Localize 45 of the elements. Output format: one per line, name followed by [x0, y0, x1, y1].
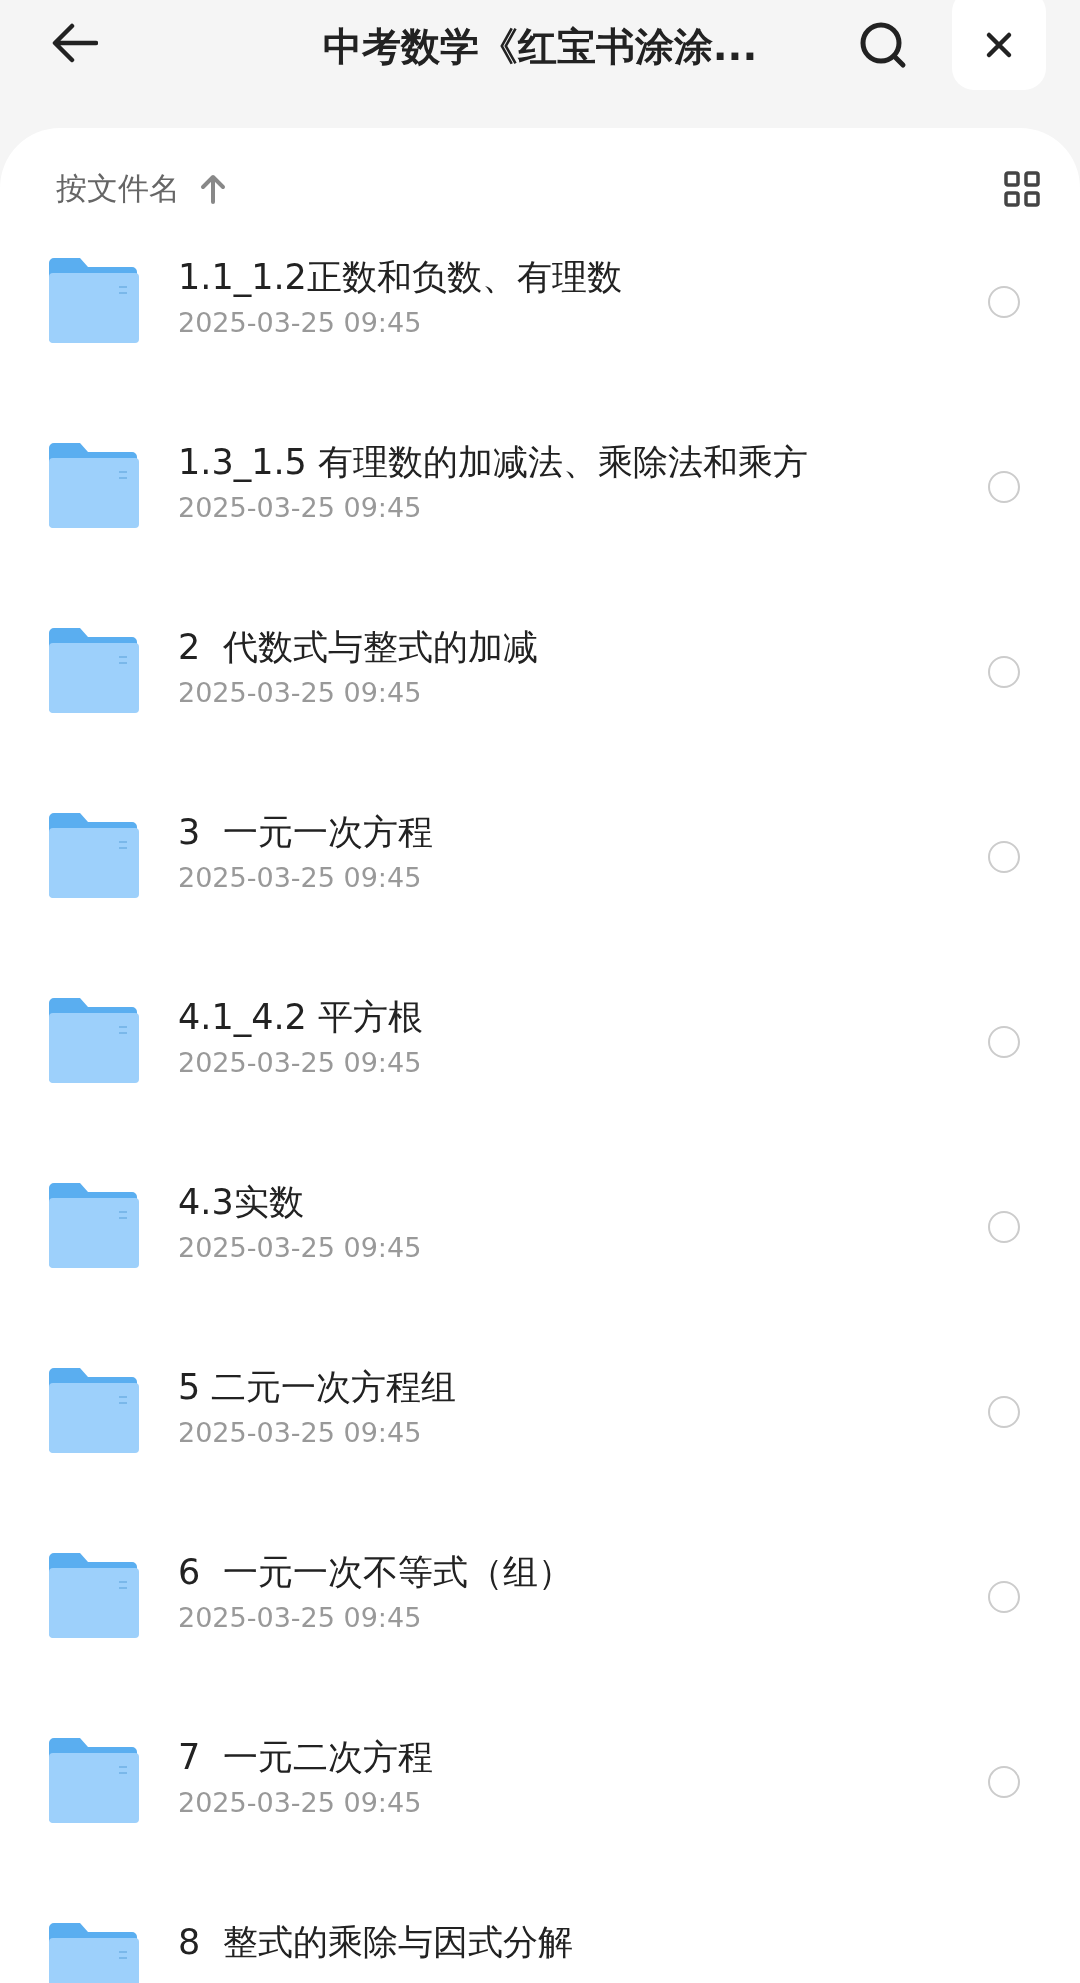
folder-icon: [47, 1922, 139, 1983]
modified-date: 2025-03-25 09:45: [178, 1787, 423, 1818]
modified-date: 2025-03-25 09:45: [178, 862, 423, 893]
select-radio[interactable]: [988, 1026, 1020, 1058]
sort-button[interactable]: 按文件名: [56, 168, 226, 210]
select-radio[interactable]: [988, 656, 1020, 688]
modified-date: 2025-03-25 09:45: [178, 677, 423, 708]
select-radio[interactable]: [988, 1211, 1020, 1243]
folder-icon: [47, 257, 139, 343]
modified-date: 2025-03-25 09:45: [178, 1602, 423, 1633]
folder-icon: [47, 1367, 139, 1453]
search-icon[interactable]: [858, 20, 908, 70]
modified-date: 2025-03-25 09:45: [178, 307, 423, 338]
folder-name[interactable]: 5 二元一次方程组: [178, 1365, 457, 1409]
window-title: 中考数学《红宝书涂涂...: [321, 23, 759, 71]
close-button[interactable]: [952, 0, 1046, 90]
folder-name[interactable]: 3 一元一次方程: [178, 810, 433, 854]
folder-icon: [47, 627, 139, 713]
select-radio[interactable]: [988, 1581, 1020, 1613]
folder-icon: [47, 1182, 139, 1268]
modified-date: 2025-03-25 09:45: [178, 1232, 422, 1263]
modified-date: 2025-03-25 09:45: [178, 1047, 423, 1078]
folder-name[interactable]: 1.3_1.5 有理数的加减法、乘除法和乘方: [178, 440, 808, 484]
select-radio[interactable]: [988, 1766, 1020, 1798]
folder-name[interactable]: 6 一元一次不等式（组）: [178, 1550, 573, 1594]
folder-name[interactable]: 4.1_4.2 平方根: [178, 995, 423, 1039]
folder-icon: [47, 442, 139, 528]
back-arrow-icon[interactable]: [52, 23, 98, 63]
folder-icon: [47, 812, 139, 898]
folder-icon: [47, 997, 139, 1083]
folder-name[interactable]: 2 代数式与整式的加减: [178, 625, 538, 669]
grid-view-icon[interactable]: [1004, 171, 1040, 207]
folder-name[interactable]: 7 一元二次方程: [178, 1735, 433, 1779]
select-radio[interactable]: [988, 471, 1020, 503]
modified-date: 2025-03-25 09:45: [178, 492, 423, 523]
modified-date: 2025-03-25 09:45: [178, 1417, 423, 1448]
folder-icon: [47, 1737, 139, 1823]
folder-name[interactable]: 8 整式的乘除与因式分解: [178, 1920, 573, 1964]
folder-name[interactable]: 4.3实数: [178, 1180, 422, 1224]
select-radio[interactable]: [988, 1396, 1020, 1428]
arrow-up-icon: [200, 174, 226, 204]
select-radio[interactable]: [988, 286, 1020, 318]
folder-name[interactable]: 1.1_1.2正数和负数、有理数: [178, 255, 622, 299]
select-radio[interactable]: [988, 841, 1020, 873]
folder-icon: [47, 1552, 139, 1638]
